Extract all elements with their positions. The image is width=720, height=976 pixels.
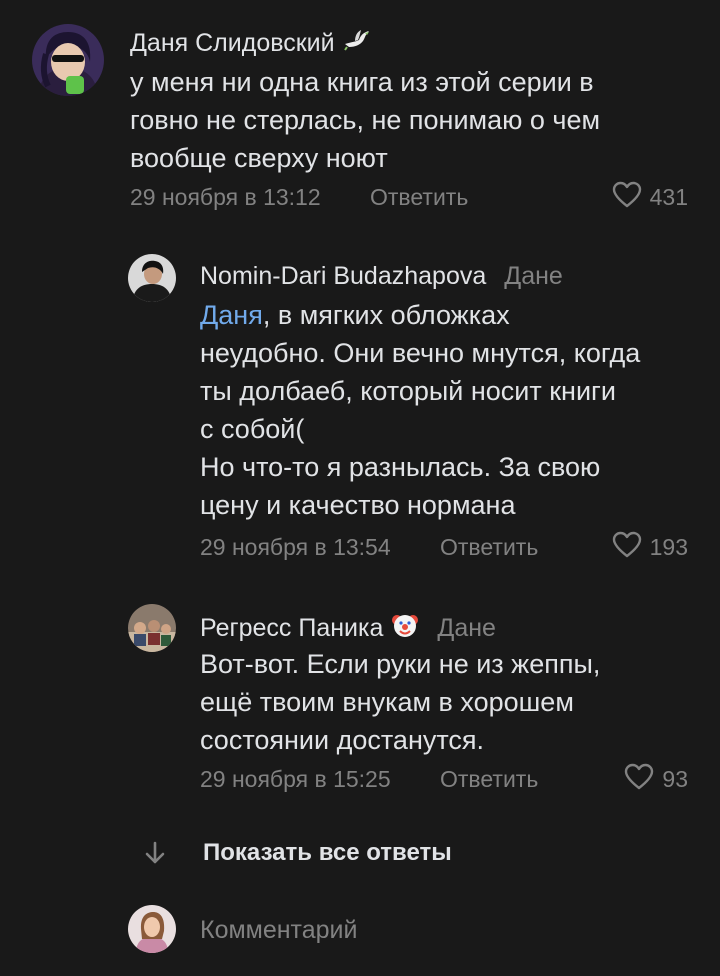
avatar[interactable] [32,24,104,96]
reply-button[interactable]: Ответить [440,766,538,793]
comment-text: Вот-вот. Если руки не из жеппы, ещё твои… [200,649,601,755]
author-name[interactable]: Даня Слидовский [130,29,335,58]
avatar[interactable] [128,254,176,302]
mention-link[interactable]: Даня [200,300,263,330]
comment-text: Даня, в мягких обложках неудобно. Они ве… [200,300,641,520]
like-count: 93 [662,766,688,792]
avatar[interactable] [128,604,176,652]
author-name[interactable]: Nomin-Dari Budazhapova [200,262,486,291]
show-all-replies-button[interactable]: Показать все ответы [140,838,452,868]
heart-icon [624,763,654,796]
comment-date: 29 ноября в 13:54 [200,534,391,560]
like-button[interactable]: 431 [612,181,688,214]
like-button[interactable]: 193 [612,531,688,564]
like-count: 193 [649,534,688,560]
author-name[interactable]: Регресс Паника [200,614,383,643]
show-all-replies-label: Показать все ответы [203,839,452,866]
avatar[interactable] [128,905,176,953]
heart-icon [612,531,642,564]
comment-date: 29 ноября в 15:25 [200,766,391,792]
like-button[interactable]: 93 [624,763,688,796]
dove-icon [343,28,371,59]
reply-button[interactable]: Ответить [370,184,468,211]
heart-icon [612,181,642,214]
comment-input[interactable] [200,910,680,950]
reply-to-label[interactable]: Дане [437,614,496,643]
comment-author[interactable]: Даня Слидовский [130,28,371,59]
arrow-down-icon [140,838,170,868]
comment-author[interactable]: Регресс Паника Дане [200,611,496,646]
comment-date: 29 ноября в 13:12 [130,184,321,210]
reply-button[interactable]: Ответить [440,534,538,561]
comment-text: у меня ни одна книга из этой серии в гов… [130,67,601,173]
clown-icon [391,611,419,646]
comment-author[interactable]: Nomin-Dari Budazhapova Дане [200,262,563,291]
like-count: 431 [649,184,688,210]
reply-to-label[interactable]: Дане [504,262,563,291]
